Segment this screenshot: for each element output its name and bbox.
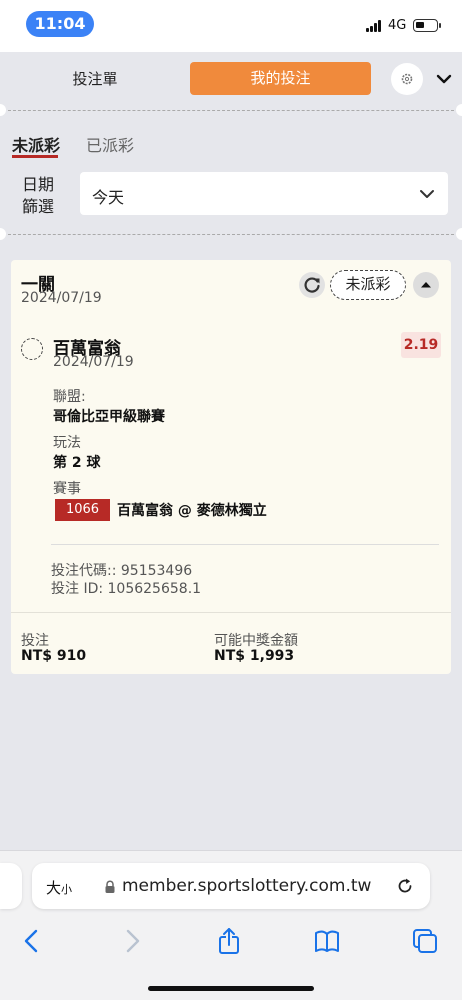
bet-date: 2024/07/19 — [21, 290, 102, 306]
chevron-down-icon[interactable] — [434, 70, 454, 88]
date-filter-value: 今天 — [92, 188, 125, 207]
refresh-icon — [304, 277, 320, 293]
ticket-notch — [456, 104, 462, 116]
bet-id: 投注 ID: 105625658.1 — [51, 581, 202, 597]
tab-settled[interactable]: 已派彩 — [86, 132, 134, 156]
card-divider — [51, 544, 439, 545]
bookmarks-icon[interactable] — [313, 927, 341, 955]
date-filter-select[interactable]: 今天 — [80, 172, 448, 215]
market-value: 第 2 球 — [53, 455, 101, 471]
stake-label: 投注 — [21, 633, 49, 649]
lock-icon — [105, 880, 115, 893]
gear-icon — [401, 73, 413, 85]
refresh-button[interactable] — [299, 272, 325, 298]
ticket-notch — [0, 228, 6, 240]
ticket-notch — [456, 228, 462, 240]
chevron-up-icon — [421, 282, 431, 288]
divider — [8, 234, 454, 235]
tab-bet-slip[interactable]: 投注單 — [40, 68, 150, 89]
league-label: 聯盟: — [53, 389, 86, 405]
event-number-badge: 1066 — [55, 499, 110, 521]
content-panel: 未派彩 已派彩 日期篩選 今天 一關 2024/07/19 未派彩 百萬富翁 2… — [0, 104, 462, 850]
reload-icon[interactable] — [394, 875, 416, 897]
league-value: 哥倫比亞甲級聯賽 — [53, 409, 165, 425]
share-icon[interactable] — [215, 927, 243, 955]
status-time: 11:04 — [26, 11, 94, 37]
tabs-icon[interactable] — [411, 927, 439, 955]
status-badge: 未派彩 — [330, 270, 406, 300]
forward-icon[interactable] — [118, 927, 146, 955]
previous-tab-preview[interactable] — [0, 863, 22, 909]
top-tab-bar: 投注單 我的投注 — [0, 52, 462, 106]
text-size-button[interactable]: 大小 — [46, 877, 72, 898]
card-divider — [11, 612, 451, 613]
bet-code: 投注代碼:: 95153496 — [51, 563, 193, 579]
selection-date: 2024/07/19 — [53, 354, 134, 370]
bet-card: 一關 2024/07/19 未派彩 百萬富翁 2024/07/19 2.19 聯… — [11, 260, 451, 674]
battery-icon — [413, 19, 441, 32]
payout-label: 可能中獎金額 — [214, 633, 298, 649]
tab-my-bets[interactable]: 我的投注 — [190, 62, 371, 95]
odds-badge: 2.19 — [401, 332, 441, 358]
browser-toolbar: 大小 member.sportslottery.com.tw — [0, 850, 462, 1000]
date-filter-label: 日期篩選 — [22, 175, 55, 216]
chevron-down-icon — [420, 190, 434, 198]
event-label: 賽事 — [53, 481, 81, 497]
home-indicator — [148, 986, 314, 991]
url-text: member.sportslottery.com.tw — [122, 876, 372, 896]
network-label: 4G — [388, 18, 407, 33]
status-bar: 11:04 4G — [0, 0, 462, 52]
settings-button[interactable] — [391, 63, 423, 95]
collapse-button[interactable] — [413, 272, 439, 298]
ticket-notch — [0, 104, 6, 116]
stake-value: NT$ 910 — [21, 648, 87, 664]
signal-icon — [366, 20, 384, 32]
back-icon[interactable] — [18, 927, 46, 955]
divider — [8, 110, 454, 111]
event-name: 百萬富翁 @ 麥德林獨立 — [117, 503, 267, 519]
selection-indicator — [21, 338, 43, 360]
tab-unsettled[interactable]: 未派彩 — [12, 132, 60, 156]
market-label: 玩法 — [53, 435, 81, 451]
address-bar[interactable]: 大小 member.sportslottery.com.tw — [32, 863, 430, 909]
active-tab-indicator — [12, 155, 58, 158]
payout-value: NT$ 1,993 — [214, 648, 295, 664]
